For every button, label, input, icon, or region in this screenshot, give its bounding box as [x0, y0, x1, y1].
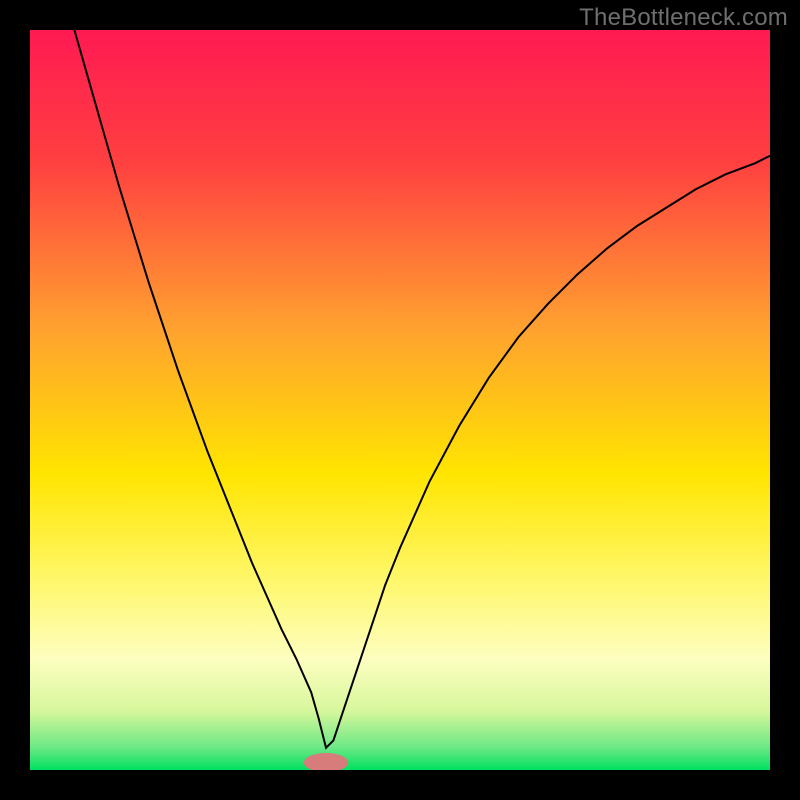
- chart-plot-area: [30, 30, 770, 770]
- chart-svg: [30, 30, 770, 770]
- chart-frame: TheBottleneck.com: [0, 0, 800, 800]
- watermark-text: TheBottleneck.com: [579, 4, 788, 32]
- gradient-background: [30, 30, 770, 770]
